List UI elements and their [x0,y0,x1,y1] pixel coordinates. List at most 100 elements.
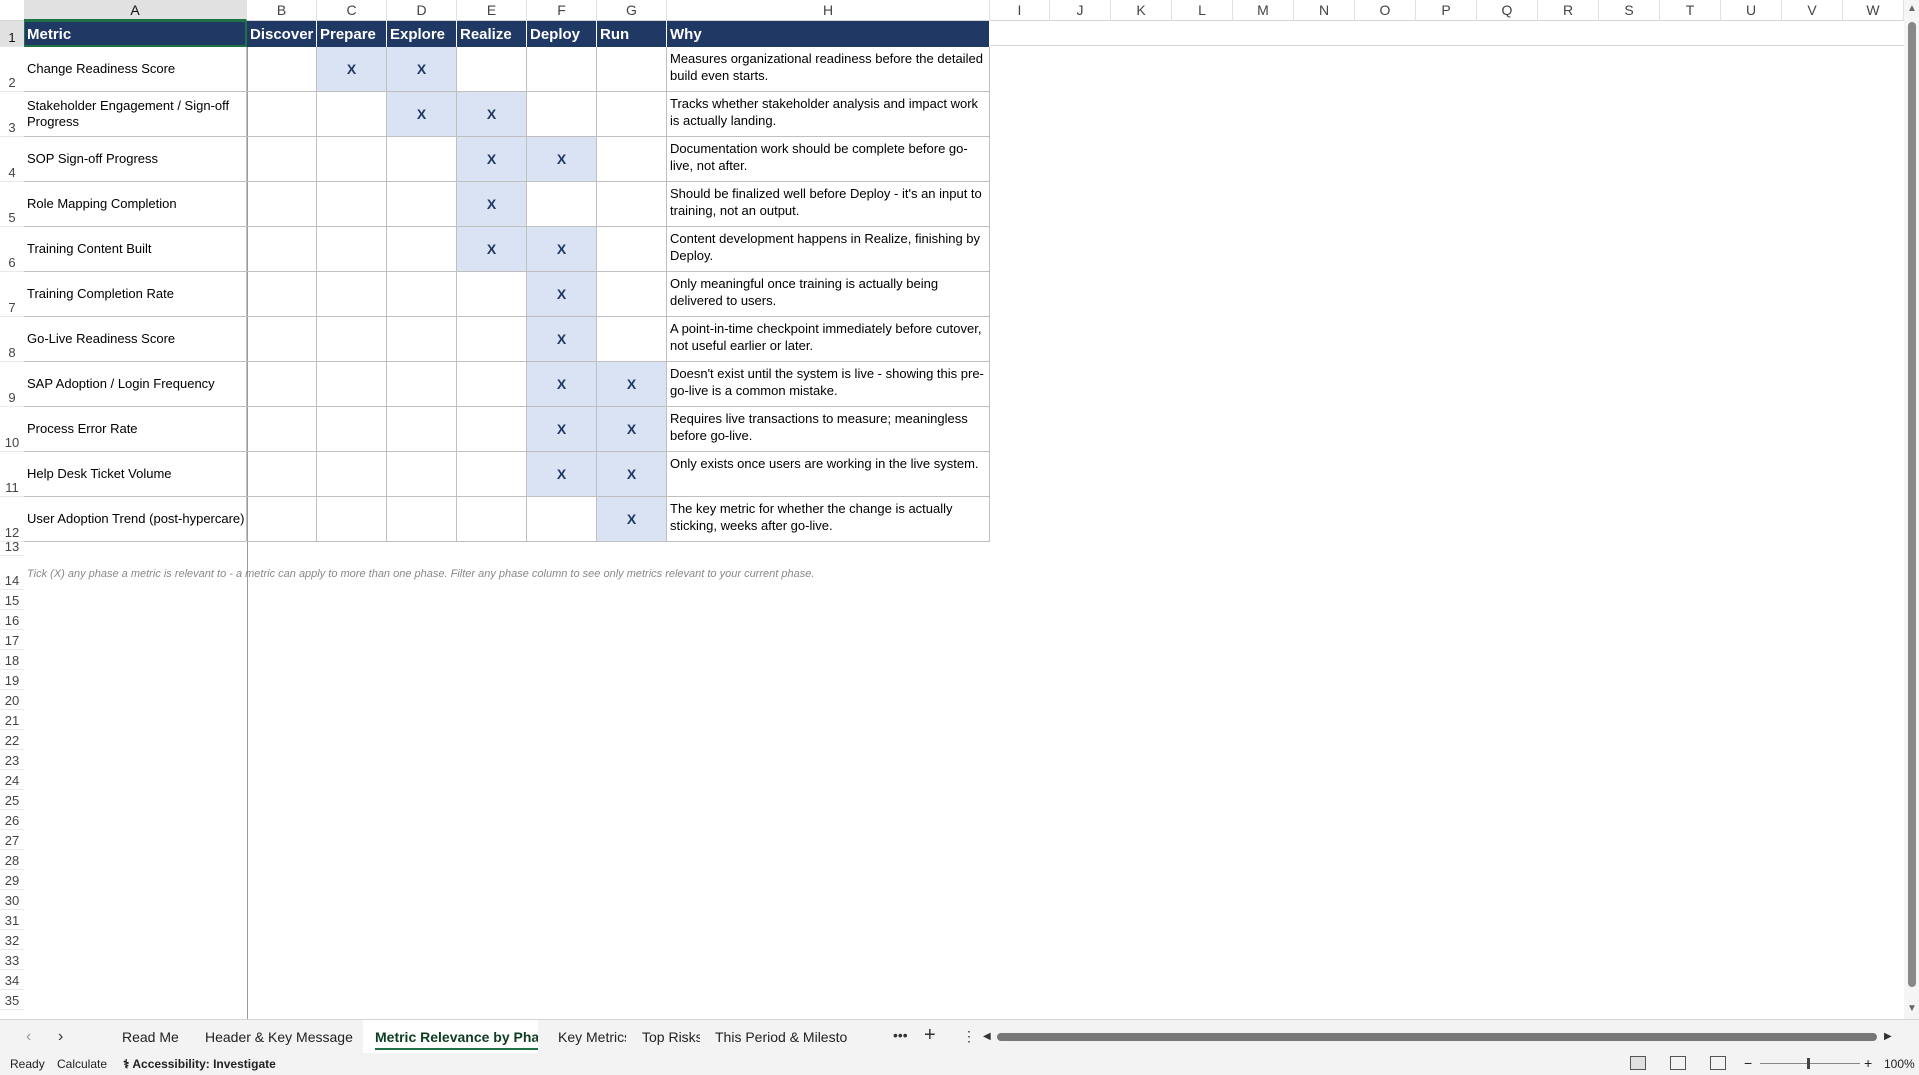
phase-mark-cell[interactable] [247,407,317,452]
phase-mark-cell[interactable] [457,497,527,542]
row-header-4[interactable]: 4 [0,137,24,182]
why-cell[interactable]: Should be finalized well before Deploy -… [667,182,990,227]
row-header-32[interactable]: 32 [0,930,24,950]
phase-mark-cell[interactable]: X [387,92,457,137]
phase-mark-cell[interactable]: X [387,47,457,92]
column-header-f[interactable]: F [527,0,597,21]
row-header-28[interactable]: 28 [0,850,24,870]
phase-mark-cell[interactable] [247,182,317,227]
sheet-tab-2[interactable]: Header & Key Message [193,1020,358,1054]
phase-mark-cell[interactable] [247,272,317,317]
metric-cell[interactable]: SAP Adoption / Login Frequency [24,362,247,407]
column-header-r[interactable]: R [1538,0,1599,21]
phase-mark-cell[interactable] [247,497,317,542]
row-header-18[interactable]: 18 [0,650,24,670]
add-sheet-icon[interactable]: + [924,1024,936,1047]
row-header-23[interactable]: 23 [0,750,24,770]
phase-mark-cell[interactable] [317,362,387,407]
row-header-19[interactable]: 19 [0,670,24,690]
phase-mark-cell[interactable] [317,452,387,497]
why-cell[interactable]: Measures organizational readiness before… [667,47,990,92]
why-cell[interactable]: Requires live transactions to measure; m… [667,407,990,452]
phase-mark-cell[interactable] [597,272,667,317]
column-header-m[interactable]: M [1233,0,1294,21]
row-header-6[interactable]: 6 [0,227,24,272]
phase-mark-cell[interactable] [387,452,457,497]
phase-mark-cell[interactable] [457,272,527,317]
prev-sheet-icon[interactable]: ‹ [26,1028,31,1046]
column-header-g[interactable]: G [597,0,667,21]
phase-mark-cell[interactable]: X [527,272,597,317]
sheet-tab-5[interactable]: Top Risks [630,1020,700,1054]
scroll-left-icon[interactable]: ◀ [983,1031,991,1042]
phase-mark-cell[interactable] [317,497,387,542]
row-header-14[interactable]: 14 [0,556,24,590]
row-header-17[interactable]: 17 [0,630,24,650]
phase-mark-cell[interactable] [317,272,387,317]
row-header-10[interactable]: 10 [0,407,24,452]
column-header-c[interactable]: C [317,0,387,21]
phase-mark-cell[interactable] [247,452,317,497]
scroll-right-icon[interactable]: ▶ [1884,1031,1892,1042]
metric-cell[interactable]: Training Content Built [24,227,247,272]
metric-cell[interactable]: Stakeholder Engagement / Sign-off Progre… [24,92,247,137]
metric-cell[interactable]: Training Completion Rate [24,272,247,317]
column-header-s[interactable]: S [1599,0,1660,21]
accessibility-status[interactable]: ⚕ Accessibility: Investigate [123,1057,276,1071]
row-header-22[interactable]: 22 [0,730,24,750]
phase-mark-cell[interactable] [387,317,457,362]
column-header-u[interactable]: U [1721,0,1782,21]
column-header-p[interactable]: P [1416,0,1477,21]
row-header-15[interactable]: 15 [0,590,24,610]
phase-mark-cell[interactable] [387,362,457,407]
phase-mark-cell[interactable]: X [597,362,667,407]
phase-mark-cell[interactable] [457,362,527,407]
phase-mark-cell[interactable] [387,227,457,272]
column-header-v[interactable]: V [1782,0,1843,21]
column-header-j[interactable]: J [1050,0,1111,21]
row-header-5[interactable]: 5 [0,182,24,227]
phase-mark-cell[interactable]: X [527,407,597,452]
sheet-tab-4[interactable]: Key Metrics [546,1020,626,1054]
phase-mark-cell[interactable] [527,92,597,137]
phase-mark-cell[interactable] [247,47,317,92]
why-cell[interactable]: Only exists once users are working in th… [667,452,990,497]
column-header-w[interactable]: W [1843,0,1904,21]
vertical-scrollbar[interactable]: ▲ ▼ [1904,0,1919,1019]
row-header-11[interactable]: 11 [0,452,24,497]
header-cell-prepare[interactable]: Prepare [317,21,387,47]
phase-mark-cell[interactable]: X [597,497,667,542]
row-header-24[interactable]: 24 [0,770,24,790]
metric-cell[interactable]: Process Error Rate [24,407,247,452]
phase-mark-cell[interactable] [387,272,457,317]
phase-mark-cell[interactable]: X [457,92,527,137]
row-header-35[interactable]: 35 [0,990,24,1010]
phase-mark-cell[interactable] [317,227,387,272]
phase-mark-cell[interactable]: X [457,227,527,272]
phase-mark-cell[interactable] [317,137,387,182]
scroll-down-arrow-icon[interactable]: ▼ [1907,1003,1917,1014]
phase-mark-cell[interactable] [247,317,317,362]
phase-mark-cell[interactable] [597,47,667,92]
phase-mark-cell[interactable] [247,362,317,407]
column-header-o[interactable]: O [1355,0,1416,21]
sheet-tab-6[interactable]: This Period & Milesto [703,1020,859,1054]
row-header-16[interactable]: 16 [0,610,24,630]
phase-mark-cell[interactable]: X [457,182,527,227]
metric-cell[interactable]: Help Desk Ticket Volume [24,452,247,497]
horizontal-scrollbar[interactable] [997,1032,1889,1042]
column-header-i[interactable]: I [990,0,1050,21]
phase-mark-cell[interactable] [527,47,597,92]
metric-cell[interactable]: User Adoption Trend (post-hypercare) [24,497,247,542]
phase-mark-cell[interactable] [387,137,457,182]
phase-mark-cell[interactable] [597,182,667,227]
zoom-out-icon[interactable]: − [1744,1055,1752,1071]
sheet-tab-1[interactable]: Read Me [110,1020,190,1054]
row-header-12[interactable]: 12 [0,497,24,542]
more-tabs-icon[interactable]: ••• [893,1027,908,1043]
tab-options-icon[interactable]: ⋮ [962,1028,976,1045]
why-cell[interactable]: Documentation work should be complete be… [667,137,990,182]
row-header-7[interactable]: 7 [0,272,24,317]
metric-cell[interactable]: Role Mapping Completion [24,182,247,227]
phase-mark-cell[interactable]: X [527,137,597,182]
